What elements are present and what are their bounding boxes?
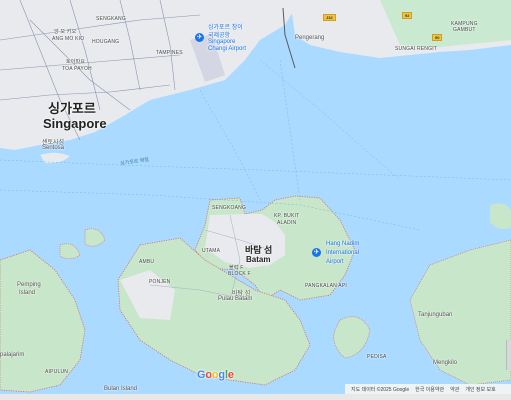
place-label: GAMBUT	[453, 27, 476, 33]
place-label: 블럭 F	[229, 265, 244, 271]
place-label: SUNGAI RENGIT	[395, 46, 438, 52]
map-canvas[interactable]: SENGKANG ANG MO KIO 앙 모 키오 HOUGANG TAMPI…	[0, 0, 511, 400]
terms-link[interactable]: 한국 이용약관	[415, 386, 444, 393]
place-label: HOUGANG	[92, 39, 120, 45]
place-label: PEDISA	[367, 354, 387, 360]
place-label: Mengkilo	[433, 360, 458, 366]
place-label: 토아파요	[66, 59, 86, 65]
privacy-link[interactable]: 약관	[450, 386, 459, 393]
place-label: PANGKALAN API	[305, 283, 347, 289]
place-label: TAMPINES	[156, 50, 183, 56]
place-label: Pulau Batam	[218, 296, 253, 302]
place-label: AMBU	[139, 259, 155, 265]
place-label: Pengerang	[295, 35, 325, 41]
place-label: Pemping	[17, 282, 41, 288]
place-label: Tanjunguban	[418, 312, 453, 318]
place-label: AIPULUN	[45, 369, 69, 375]
city-label: Singapore	[43, 116, 107, 131]
place-label: ANG MO KIO	[52, 36, 85, 42]
google-logo: Google	[197, 369, 234, 381]
city-label-korean: 싱가포르	[48, 101, 96, 116]
airport-icon[interactable]: ✈	[312, 248, 321, 257]
airport-label: Airport	[326, 259, 344, 265]
airport-icon[interactable]: ✈	[195, 33, 204, 42]
place-label: KP. BUKIT	[274, 213, 300, 219]
city-label: Batam	[246, 255, 271, 264]
route-shield: J32	[323, 14, 336, 21]
place-label: SENGKANG	[96, 16, 126, 22]
route-shield: 90	[432, 34, 443, 41]
airport-label: International	[326, 250, 360, 256]
airport-label: Singapore	[208, 39, 236, 45]
airport-label: Changi Airport	[208, 46, 247, 52]
johor-green	[380, 0, 511, 48]
place-label: TOA PAYOH	[62, 66, 92, 72]
map-footer: 지도 데이터 ©2025 Google 한국 이용약관 약관 개인 정보 보호	[345, 384, 511, 394]
place-label: ALADIN	[277, 220, 297, 226]
place-label: PONJEN	[149, 279, 171, 285]
place-label: BLOCK F	[228, 271, 251, 277]
route-shield: 92	[402, 12, 413, 19]
place-label: Bulan Island	[104, 386, 138, 392]
attribution-text: 지도 데이터 ©2025 Google	[351, 386, 410, 393]
place-label: UTAMA	[202, 248, 221, 254]
scrollbar[interactable]	[506, 340, 511, 370]
place-label: Sentosa	[42, 145, 65, 151]
place-label: Island	[19, 290, 36, 296]
place-label: 앙 모 키오	[54, 29, 77, 35]
report-link[interactable]: 개인 정보 보호	[465, 386, 495, 393]
place-label: palajarim	[0, 352, 25, 358]
airport-label: Hang Nadim	[326, 241, 360, 247]
bottom-bar	[0, 394, 511, 400]
place-label: SENGKOANG	[212, 205, 247, 211]
airport-label: 국제공항	[208, 33, 231, 39]
google-logo-letter: e	[227, 369, 234, 381]
